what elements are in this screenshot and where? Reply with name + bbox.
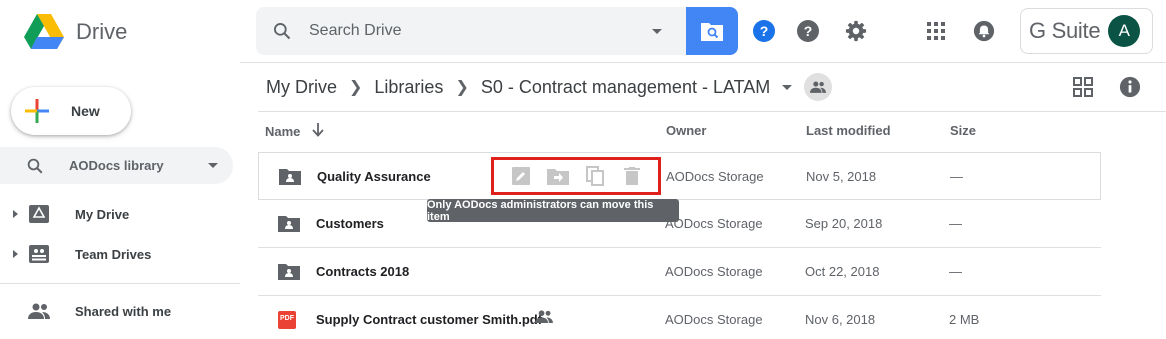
sidebar-item-label: Team Drives (75, 246, 152, 262)
shared-folder-icon (278, 262, 300, 282)
grid-view-icon[interactable] (1071, 75, 1095, 99)
breadcrumb: My Drive ❯ Libraries ❯ S0 - Contract man… (266, 73, 833, 101)
file-size: — (949, 264, 962, 279)
table-row[interactable]: Quality Assurance AODocs Storage Nov 5, … (258, 152, 1101, 200)
library-selector-label: AODocs library (69, 158, 164, 173)
sidebar-item-label: My Drive (75, 206, 130, 222)
svg-text:?: ? (760, 23, 769, 39)
new-button-label: New (71, 103, 100, 119)
column-header-last-modified[interactable]: Last modified (806, 123, 891, 138)
search-icon (26, 156, 46, 176)
sidebar-divider (0, 283, 240, 284)
drive-triangle-icon (24, 14, 64, 49)
gsuite-account-chip[interactable]: G Suite A (1020, 8, 1153, 54)
chevron-down-icon[interactable] (782, 84, 793, 90)
trash-icon[interactable] (621, 165, 643, 187)
library-selector[interactable]: AODocs library (0, 147, 233, 184)
file-size: — (949, 216, 962, 231)
help-circle-blue-icon[interactable]: ? (752, 19, 776, 43)
header-divider (240, 62, 1166, 63)
pdf-badge-label: PDF (280, 315, 294, 322)
table-row[interactable]: PDF Supply Contract customer Smith.pdf A… (258, 296, 1101, 339)
breadcrumb-libraries[interactable]: Libraries (374, 77, 443, 98)
search-input[interactable]: Search Drive (309, 22, 652, 40)
drive-logo[interactable]: Drive (24, 14, 127, 50)
file-modified: Nov 5, 2018 (806, 169, 877, 184)
breadcrumb-my-drive[interactable]: My Drive (266, 77, 337, 98)
sidebar-item-label: Shared with me (75, 303, 172, 319)
file-size: — (950, 169, 963, 184)
gsuite-label: G Suite (1029, 18, 1101, 43)
chevron-right-icon: ❯ (455, 79, 469, 96)
edit-icon[interactable] (510, 165, 532, 187)
row-actions-highlight (491, 157, 661, 195)
file-size: 2 MB (949, 312, 980, 327)
people-icon (28, 300, 50, 322)
breadcrumb-current-folder[interactable]: S0 - Contract management - LATAM (481, 77, 770, 98)
table-row[interactable]: Contracts 2018 AODocs Storage Oct 22, 20… (258, 248, 1101, 296)
column-header-name-label: Name (265, 124, 301, 139)
file-name[interactable]: Contracts 2018 (316, 264, 409, 279)
help-icon[interactable]: ? (796, 19, 820, 43)
copy-icon[interactable] (584, 165, 606, 187)
file-name[interactable]: Customers (316, 216, 384, 231)
avatar[interactable]: A (1108, 15, 1141, 47)
info-icon[interactable] (1118, 75, 1142, 99)
file-owner: AODocs Storage (666, 169, 764, 184)
search-icon[interactable] (270, 19, 294, 43)
file-owner: AODocs Storage (665, 216, 763, 231)
plus-icon (25, 99, 49, 123)
table-row[interactable]: Customers AODocs Storage Sep 20, 2018 — (258, 200, 1101, 248)
file-name[interactable]: Quality Assurance (317, 169, 431, 184)
team-drives-icon (28, 243, 50, 265)
sort-arrow-down-icon[interactable] (312, 123, 325, 140)
expand-arrow-icon[interactable] (13, 210, 18, 218)
apps-grid-icon[interactable] (924, 19, 948, 43)
pdf-icon: PDF (278, 311, 300, 331)
breadcrumb-divider (258, 111, 1166, 112)
sidebar-item-team-drives[interactable]: Team Drives (0, 237, 233, 271)
move-icon[interactable] (546, 165, 569, 187)
file-name[interactable]: Supply Contract customer Smith.pdf (316, 312, 542, 327)
file-modified: Sep 20, 2018 (805, 216, 883, 231)
folder-search-icon (701, 23, 723, 41)
file-modified: Oct 22, 2018 (805, 264, 880, 279)
search-bar[interactable]: Search Drive (256, 7, 686, 55)
search-options-caret-icon[interactable] (652, 28, 662, 34)
app-title: Drive (76, 19, 128, 44)
new-button[interactable]: New (11, 87, 131, 135)
svg-text:?: ? (804, 23, 813, 39)
drive-icon (28, 203, 50, 225)
file-modified: Nov 6, 2018 (805, 312, 876, 327)
shared-people-icon (535, 310, 553, 328)
column-header-owner[interactable]: Owner (666, 123, 706, 138)
aodocs-search-button[interactable] (686, 7, 738, 55)
move-restriction-tooltip: Only AODocs administrators can move this… (427, 199, 679, 223)
chevron-right-icon: ❯ (349, 79, 363, 96)
chevron-down-icon[interactable] (208, 163, 218, 168)
sidebar-item-my-drive[interactable]: My Drive (0, 197, 233, 231)
notifications-bell-icon[interactable] (972, 19, 996, 43)
shared-people-icon[interactable] (804, 73, 833, 101)
file-owner: AODocs Storage (665, 312, 763, 327)
gear-icon[interactable] (844, 19, 868, 43)
column-header-size[interactable]: Size (950, 123, 976, 138)
column-header-name[interactable]: Name (265, 123, 325, 140)
shared-folder-icon (278, 214, 300, 234)
expand-arrow-icon[interactable] (13, 250, 18, 258)
file-owner: AODocs Storage (665, 264, 763, 279)
sidebar-item-shared-with-me[interactable]: Shared with me (0, 294, 233, 328)
shared-folder-icon (279, 167, 301, 187)
